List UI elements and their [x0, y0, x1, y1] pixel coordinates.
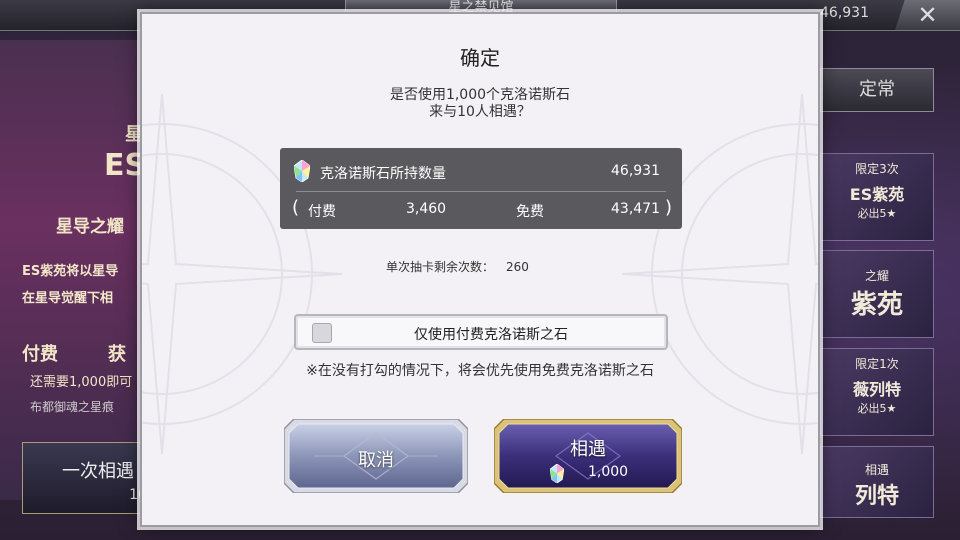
- chronos-crystal-icon: [294, 160, 310, 182]
- banner-desc-1: ES紫苑将以星导: [22, 264, 119, 279]
- encounter-button[interactable]: 相遇 1,000: [494, 419, 682, 493]
- chronos-crystal-icon: [550, 464, 564, 483]
- dialog-title: 确定: [460, 46, 500, 70]
- card-tag: 之耀: [864, 269, 889, 283]
- encounter-label: 相遇: [570, 439, 606, 460]
- card-name: ES紫苑: [849, 185, 905, 204]
- currency-count: 46,931: [820, 5, 869, 21]
- paid-only-label: 仅使用付费克洛诺斯之石: [414, 327, 568, 343]
- paid-value: 3,460: [406, 201, 447, 217]
- close-icon[interactable]: ✕: [895, 0, 960, 30]
- priority-note: ※在没有打勾的情况下，将会优先使用免费克洛诺斯之石: [306, 363, 654, 379]
- card-tag: 相遇: [864, 463, 889, 477]
- encounter-cost: 1,000: [542, 463, 652, 483]
- question-line-1: 是否使用1,000个克洛诺斯石: [389, 87, 571, 103]
- confirm-question: 是否使用1,000个克洛诺斯石 来与10人相遇？: [142, 87, 818, 121]
- card-tag: 限定1次: [855, 357, 899, 371]
- question-line-2: 来与10人相遇？: [429, 104, 531, 120]
- balance-total-row: 克洛诺斯石所持数量 46,931: [280, 148, 682, 194]
- card-sub: 必出5★: [857, 402, 897, 415]
- balance-total: 46,931: [611, 163, 660, 179]
- banner-card-2[interactable]: 之耀 紫苑: [820, 250, 934, 338]
- cancel-button[interactable]: 取消: [284, 419, 468, 493]
- encounter-cost-value: 1,000: [588, 464, 629, 480]
- card-tag: 限定3次: [855, 162, 899, 176]
- obtain-tag: 获: [108, 344, 126, 365]
- paid-label: 付费: [308, 204, 336, 220]
- remaining-draws: 单次抽卡剩余次数： 260: [386, 258, 529, 275]
- banner-card-3[interactable]: 限定1次 薇列特 必出5★: [820, 348, 934, 436]
- close-paren: ): [664, 197, 672, 218]
- free-value: 43,471: [611, 201, 660, 217]
- card-name: 列特: [854, 484, 899, 509]
- paid-only-toggle[interactable]: 仅使用付费克洛诺斯之石: [294, 314, 668, 350]
- balance-breakdown-row: ( 付费 3,460 免费 43,471 ): [280, 192, 682, 229]
- banner-card-4[interactable]: 相遇 列特: [820, 446, 934, 518]
- free-label: 免费: [516, 204, 544, 220]
- balance-label: 克洛诺斯石所持数量: [320, 166, 446, 182]
- cancel-label: 取消: [358, 450, 394, 471]
- remaining-label: 单次抽卡剩余次数：: [386, 260, 495, 274]
- card-sub: 必出5★: [857, 207, 897, 220]
- confirm-dialog: 确定 是否使用1,000个克洛诺斯石 来与10人相遇？ 克洛诺斯石所持数量 46…: [140, 12, 820, 527]
- tab-regular[interactable]: 定常: [820, 68, 934, 112]
- remaining-value: 260: [506, 260, 529, 274]
- banner-desc-2: 在星导觉醒下相: [22, 291, 114, 306]
- stone-balance-panel: 克洛诺斯石所持数量 46,931 ( 付费 3,460 免费 43,471 ): [280, 148, 682, 229]
- card-name: 薇列特: [852, 380, 901, 399]
- card-name: 紫苑: [850, 290, 903, 320]
- need-more-text: 还需要1,000即可: [30, 375, 133, 390]
- banner-card-1[interactable]: 限定3次 ES紫苑 必出5★: [820, 153, 934, 241]
- paid-tag: 付费: [22, 344, 58, 365]
- open-paren: (: [292, 197, 300, 218]
- star-mark-text: 布都御魂之星痕: [30, 400, 115, 414]
- banner-subtitle: 星导之耀: [56, 217, 124, 237]
